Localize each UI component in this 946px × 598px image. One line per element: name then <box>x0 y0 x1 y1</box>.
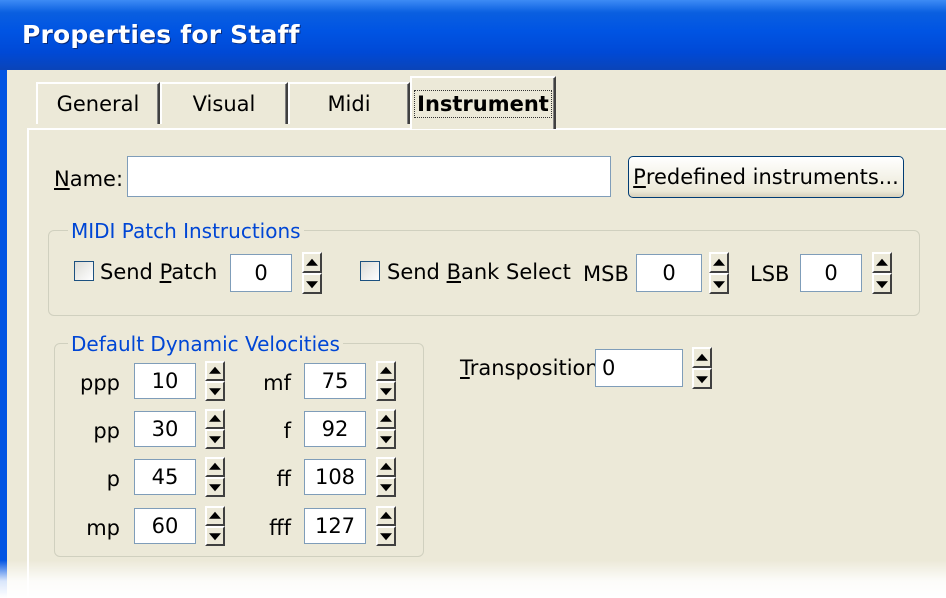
window-frame-left <box>0 70 7 598</box>
fff-spin-up-icon[interactable] <box>376 506 396 526</box>
patch-number-input[interactable]: 0 <box>230 254 292 292</box>
velocity-input-ppp[interactable]: 10 <box>134 363 196 399</box>
msb-input[interactable]: 0 <box>636 254 702 292</box>
tab-visual[interactable]: Visual <box>160 82 288 124</box>
send-patch-label-access-key: P <box>159 260 172 284</box>
ff-spin-up-icon[interactable] <box>376 457 396 477</box>
velocity-label-mp: mp <box>86 516 120 540</box>
send-bank-label-access-key: B <box>446 260 461 284</box>
send-bank-label-text: ank Select <box>461 260 571 284</box>
velocity-spinner-f[interactable] <box>376 409 396 449</box>
transposition-label: Transposition: <box>460 356 606 380</box>
velocity-input-pp[interactable]: 30 <box>134 411 196 447</box>
msb-spin-up-icon[interactable] <box>709 252 729 273</box>
f-spin-down-icon[interactable] <box>376 429 396 449</box>
tab-instrument-label: Instrument <box>414 89 552 118</box>
velocity-label-f: f <box>283 419 291 443</box>
tab-general[interactable]: General <box>36 82 160 124</box>
velocity-label-pp: pp <box>93 419 120 443</box>
lsb-label: LSB <box>750 262 790 286</box>
mp-spin-down-icon[interactable] <box>205 526 225 546</box>
window-title: Properties for Staff <box>22 20 300 49</box>
velocity-spinner-fff[interactable] <box>376 506 396 546</box>
name-label: Name: <box>54 167 123 191</box>
transposition-label-text: ransposition: <box>469 356 606 380</box>
patch-spin-up-icon[interactable] <box>302 252 322 273</box>
transposition-spin-up-icon[interactable] <box>692 347 712 368</box>
msb-spin-down-icon[interactable] <box>709 273 729 294</box>
tab-visual-label: Visual <box>192 92 256 116</box>
instrument-tab-panel: Name: Predefined instruments... MIDI Pat… <box>27 128 946 598</box>
msb-label: MSB <box>583 262 629 286</box>
f-spin-up-icon[interactable] <box>376 409 396 429</box>
send-patch-label-prefix: Send <box>100 260 160 284</box>
velocity-input-f[interactable]: 92 <box>304 411 366 447</box>
velocity-label-ppp: ppp <box>80 371 120 395</box>
velocity-spinner-pp[interactable] <box>205 409 225 449</box>
midi-patch-title: MIDI Patch Instructions <box>68 219 304 243</box>
velocity-label-mf: mf <box>263 371 291 395</box>
velocity-spinner-mp[interactable] <box>205 506 225 546</box>
name-input[interactable] <box>127 156 611 197</box>
velocity-input-p[interactable]: 45 <box>134 459 196 495</box>
velocity-input-ff[interactable]: 108 <box>304 459 366 495</box>
velocity-input-mp[interactable]: 60 <box>134 508 196 544</box>
ppp-spin-up-icon[interactable] <box>205 361 225 381</box>
velocity-label-ff: ff <box>276 467 291 491</box>
properties-dialog: Properties for Staff General Visual Midi… <box>0 0 946 598</box>
name-label-access-key: N <box>54 167 70 191</box>
mp-spin-up-icon[interactable] <box>205 506 225 526</box>
predefined-button-access-key: P <box>633 165 646 189</box>
predefined-instruments-button[interactable]: Predefined instruments... <box>628 156 904 198</box>
patch-number-spinner[interactable] <box>302 252 322 294</box>
pp-spin-down-icon[interactable] <box>205 429 225 449</box>
velocity-label-fff: fff <box>269 516 291 540</box>
transposition-spin-down-icon[interactable] <box>692 368 712 389</box>
lsb-input[interactable]: 0 <box>800 254 862 292</box>
tab-instrument[interactable]: Instrument <box>410 76 556 129</box>
send-patch-label[interactable]: Send Patch <box>100 260 217 284</box>
title-bar[interactable]: Properties for Staff <box>0 0 946 70</box>
velocity-spinner-ppp[interactable] <box>205 361 225 401</box>
transposition-input[interactable]: 0 <box>595 349 683 387</box>
send-bank-label-prefix: Send <box>387 260 447 284</box>
default-velocities-title: Default Dynamic Velocities <box>68 332 343 356</box>
p-spin-up-icon[interactable] <box>205 457 225 477</box>
velocity-spinner-mf[interactable] <box>376 361 396 401</box>
tab-midi-label: Midi <box>327 92 371 116</box>
send-bank-select-label[interactable]: Send Bank Select <box>387 260 571 284</box>
tab-general-label: General <box>56 92 140 116</box>
fff-spin-down-icon[interactable] <box>376 526 396 546</box>
velocity-spinner-p[interactable] <box>205 457 225 497</box>
patch-spin-down-icon[interactable] <box>302 273 322 294</box>
tab-midi[interactable]: Midi <box>288 82 410 124</box>
send-patch-checkbox[interactable] <box>74 261 94 281</box>
velocity-spinner-ff[interactable] <box>376 457 396 497</box>
velocity-label-p: p <box>106 467 120 491</box>
mf-spin-up-icon[interactable] <box>376 361 396 381</box>
lsb-spin-down-icon[interactable] <box>872 273 892 294</box>
pp-spin-up-icon[interactable] <box>205 409 225 429</box>
msb-spinner[interactable] <box>709 252 729 294</box>
ppp-spin-down-icon[interactable] <box>205 381 225 401</box>
lsb-spinner[interactable] <box>872 252 892 294</box>
name-label-text: ame: <box>69 167 124 191</box>
predefined-button-label: redefined instruments... <box>645 165 899 189</box>
transposition-spinner[interactable] <box>692 347 712 389</box>
lsb-spin-up-icon[interactable] <box>872 252 892 273</box>
transposition-label-access-key: T <box>460 356 470 380</box>
velocity-input-fff[interactable]: 127 <box>304 508 366 544</box>
p-spin-down-icon[interactable] <box>205 477 225 497</box>
send-bank-select-checkbox[interactable] <box>360 261 380 281</box>
velocity-input-mf[interactable]: 75 <box>304 363 366 399</box>
ff-spin-down-icon[interactable] <box>376 477 396 497</box>
mf-spin-down-icon[interactable] <box>376 381 396 401</box>
send-patch-label-text: atch <box>171 260 218 284</box>
